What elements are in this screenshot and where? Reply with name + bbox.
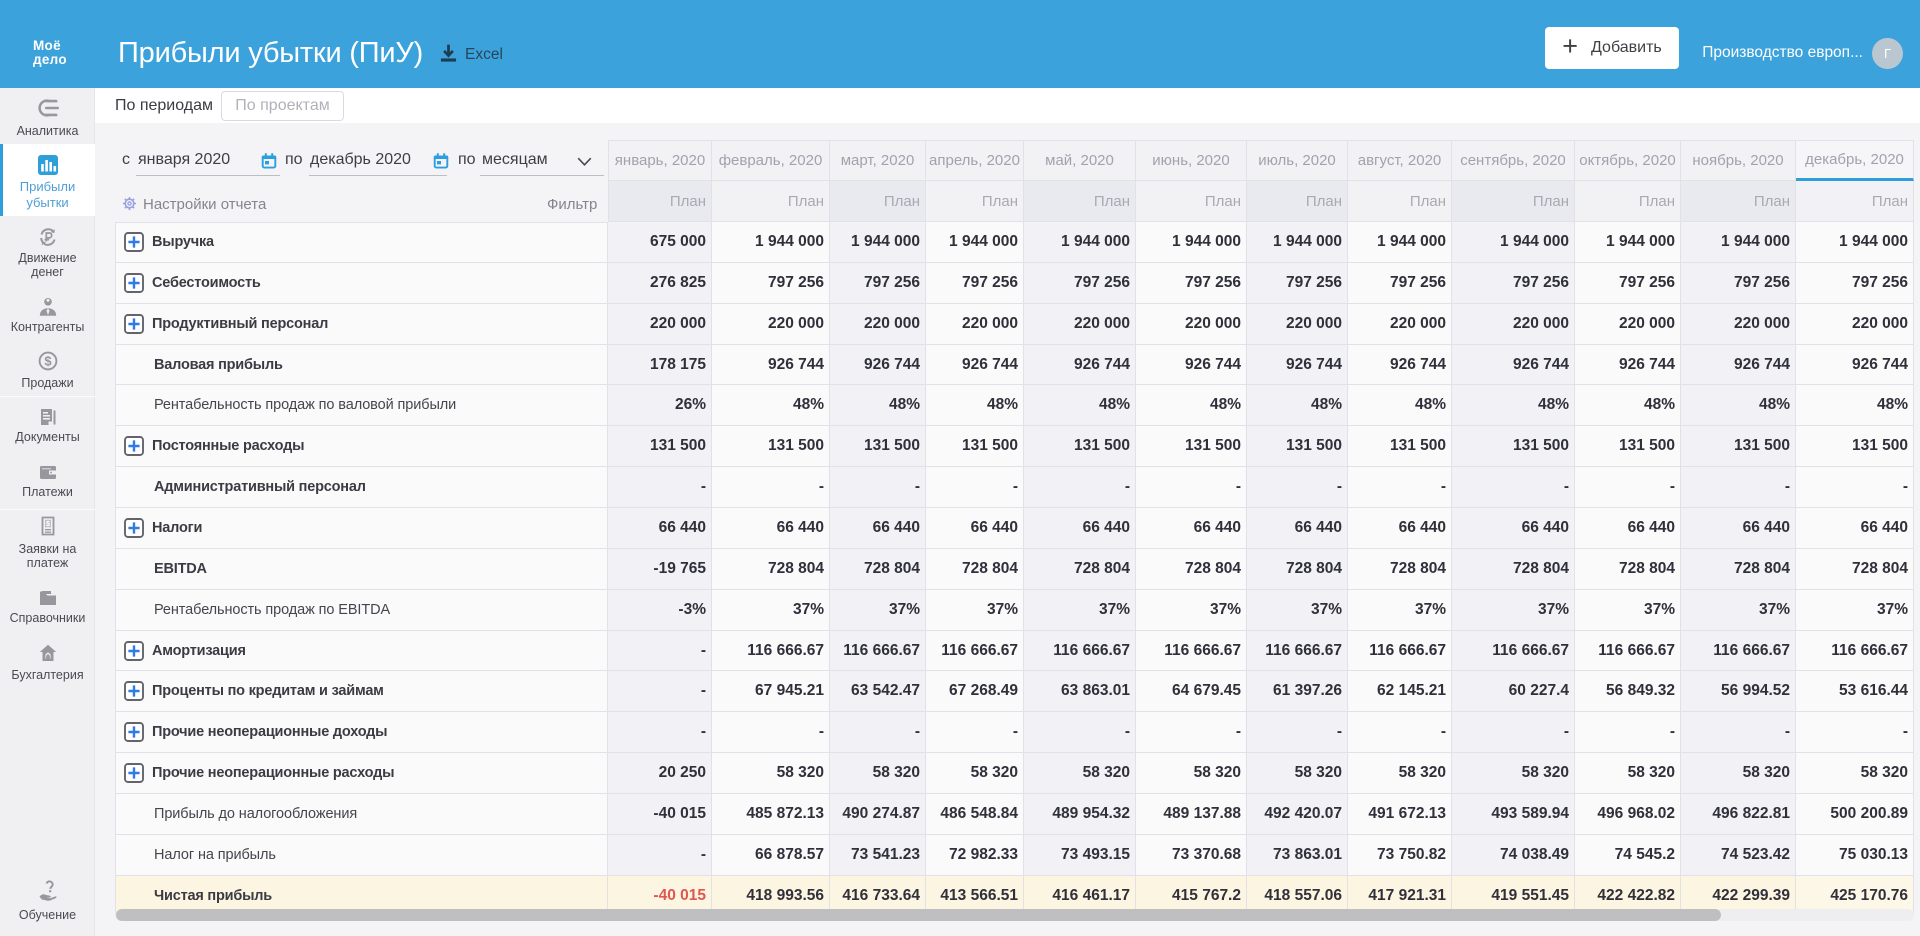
svg-text:$: $ (44, 354, 52, 369)
